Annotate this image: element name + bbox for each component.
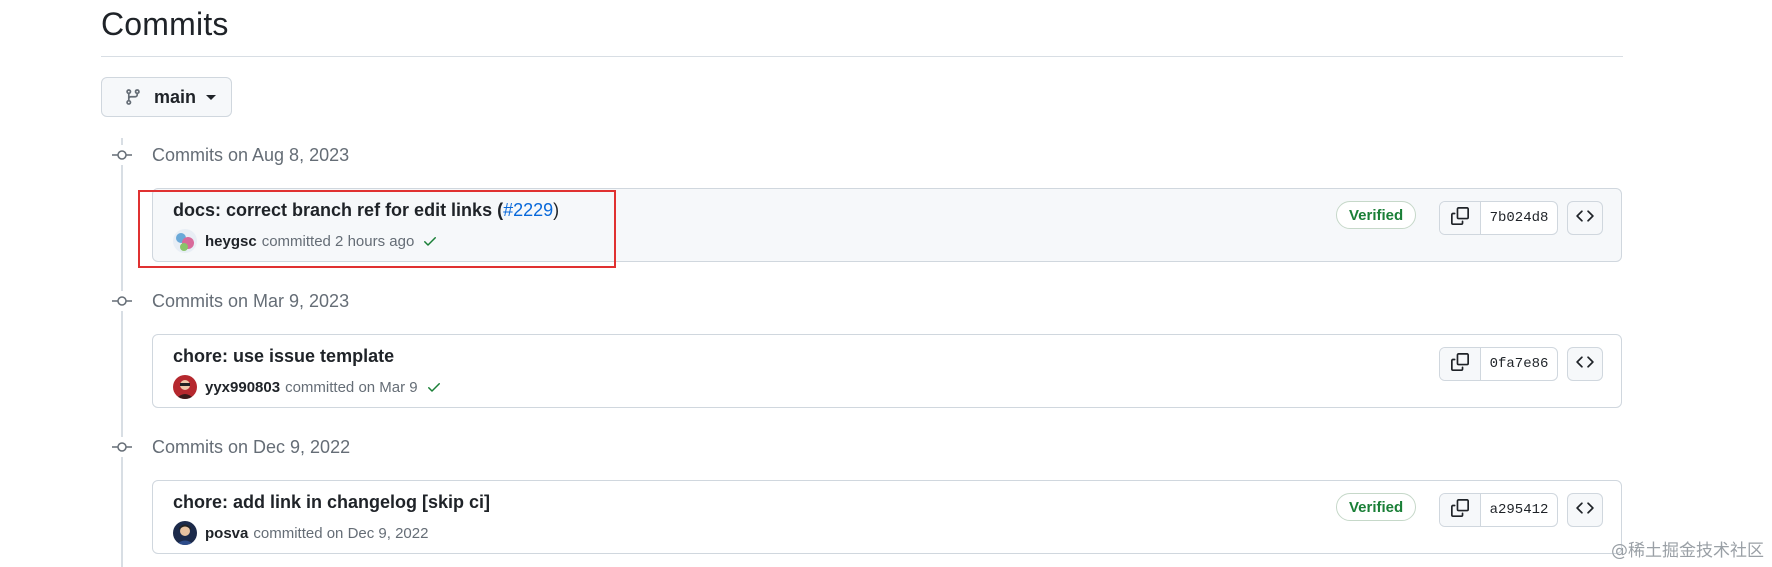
commit-group-heading: Commits on Dec 9, 2022 — [152, 437, 351, 457]
commit-time: committed 2 hours ago — [261, 232, 415, 250]
copy-sha-button[interactable] — [1440, 494, 1481, 526]
commit-message[interactable]: chore: add link in changelog [skip ci] — [173, 492, 490, 512]
commit-sha-link[interactable]: 0fa7e86 — [1481, 348, 1557, 380]
commit-meta: heygsc committed 2 hours ago — [173, 229, 438, 253]
avatar[interactable] — [173, 375, 197, 399]
commit-sha-link[interactable]: 7b024d8 — [1481, 202, 1557, 234]
commit-group-heading: Commits on Aug 8, 2023 — [152, 145, 350, 165]
commit-message[interactable]: docs: correct branch ref for edit links … — [173, 200, 503, 220]
commit-author[interactable]: posva — [205, 525, 248, 542]
branch-select-button[interactable]: main — [101, 77, 232, 117]
commit-meta: yyx990803 committed on Mar 9 — [173, 375, 442, 399]
commit-time: committed on Mar 9 — [285, 378, 418, 396]
pull-request-link[interactable]: #2229 — [503, 200, 553, 220]
title-divider — [101, 56, 1623, 57]
timeline-line — [121, 138, 123, 567]
git-branch-icon — [124, 88, 142, 106]
commit-meta: posva committed on Dec 9, 2022 — [173, 521, 428, 545]
commit-author[interactable]: yyx990803 — [205, 379, 280, 396]
browse-repository-button[interactable] — [1567, 493, 1603, 527]
avatar[interactable] — [173, 229, 197, 253]
avatar[interactable] — [173, 521, 197, 545]
verified-badge[interactable]: Verified — [1336, 201, 1417, 229]
commit-title[interactable]: chore: add link in changelog [skip ci] — [173, 492, 490, 513]
check-icon[interactable] — [422, 233, 438, 249]
commit-title[interactable]: chore: use issue template — [173, 346, 394, 367]
commit-sha-group: 7b024d8 — [1439, 201, 1558, 235]
copy-icon — [1451, 352, 1469, 376]
code-icon — [1576, 353, 1594, 376]
git-commit-icon — [112, 437, 132, 457]
browse-repository-button[interactable] — [1567, 347, 1603, 381]
git-commit-icon — [112, 145, 132, 165]
commit-sha-group: a295412 — [1439, 493, 1558, 527]
check-icon[interactable] — [426, 379, 442, 395]
watermark: @稀土掘金技术社区 — [1611, 541, 1764, 561]
code-icon — [1576, 207, 1594, 230]
commit-author[interactable]: heygsc — [205, 233, 257, 250]
commit-sha-group: 0fa7e86 — [1439, 347, 1558, 381]
copy-sha-button[interactable] — [1440, 348, 1481, 380]
git-commit-icon — [112, 291, 132, 311]
caret-down-icon — [206, 94, 217, 100]
copy-sha-button[interactable] — [1440, 202, 1481, 234]
commit-sha-link[interactable]: a295412 — [1481, 494, 1557, 526]
commit-row: chore: use issue template yyx990803 comm… — [152, 334, 1622, 408]
commits-page: Commits main Commits on Aug 8, 2023 docs… — [0, 0, 1772, 567]
commit-row: chore: add link in changelog [skip ci] p… — [152, 480, 1622, 554]
commit-group-heading: Commits on Mar 9, 2023 — [152, 291, 350, 311]
commit-time: committed on Dec 9, 2022 — [253, 524, 429, 542]
commit-title-suffix: ) — [553, 200, 560, 220]
branch-name: main — [154, 86, 197, 107]
browse-repository-button[interactable] — [1567, 201, 1603, 235]
commit-row: docs: correct branch ref for edit links … — [152, 188, 1622, 262]
code-icon — [1576, 499, 1594, 522]
page-title: Commits — [101, 6, 229, 42]
commit-title[interactable]: docs: correct branch ref for edit links … — [173, 200, 559, 221]
copy-icon — [1451, 498, 1469, 522]
copy-icon — [1451, 206, 1469, 230]
verified-badge[interactable]: Verified — [1336, 493, 1417, 521]
commit-message[interactable]: chore: use issue template — [173, 346, 394, 366]
